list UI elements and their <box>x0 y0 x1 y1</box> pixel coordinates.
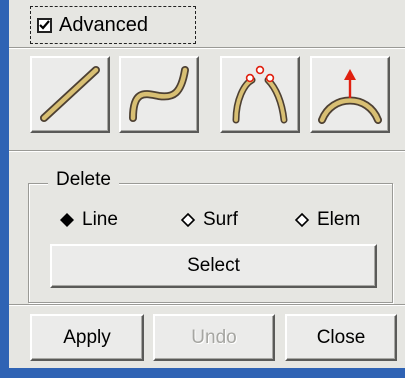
separator <box>9 150 405 152</box>
close-button[interactable]: Close <box>285 314 397 361</box>
s-curve-icon <box>129 66 189 122</box>
arc-normal-icon <box>318 69 382 124</box>
straight-line-tool-button[interactable] <box>30 56 110 133</box>
control-points-curve-tool-button[interactable] <box>220 56 300 133</box>
apply-button[interactable]: Apply <box>30 314 144 361</box>
advanced-checkbox[interactable]: Advanced <box>30 6 196 44</box>
arc-normal-tool-button[interactable] <box>310 56 390 133</box>
radio-line-label: Line <box>82 209 118 230</box>
window-left-border <box>0 0 9 378</box>
radio-unselected-icon <box>293 211 311 229</box>
radio-surf[interactable]: Surf <box>179 206 238 234</box>
radio-elem[interactable]: Elem <box>293 206 360 234</box>
straight-line-icon <box>40 66 100 122</box>
select-button[interactable]: Select <box>50 244 377 288</box>
undo-button[interactable]: Undo <box>153 314 275 361</box>
control-points-curve-icon <box>232 65 288 124</box>
checkbox-checked-icon <box>37 17 52 33</box>
radio-line[interactable]: Line <box>58 206 118 234</box>
radio-selected-icon <box>58 211 76 229</box>
separator <box>9 304 405 306</box>
radio-unselected-icon <box>179 211 197 229</box>
radio-surf-label: Surf <box>203 209 238 230</box>
separator <box>9 47 405 49</box>
s-curve-tool-button[interactable] <box>119 56 199 133</box>
window-bottom-border <box>0 368 405 378</box>
radio-elem-label: Elem <box>317 209 361 230</box>
advanced-label: Advanced <box>59 13 148 36</box>
delete-group-title: Delete <box>48 169 119 191</box>
